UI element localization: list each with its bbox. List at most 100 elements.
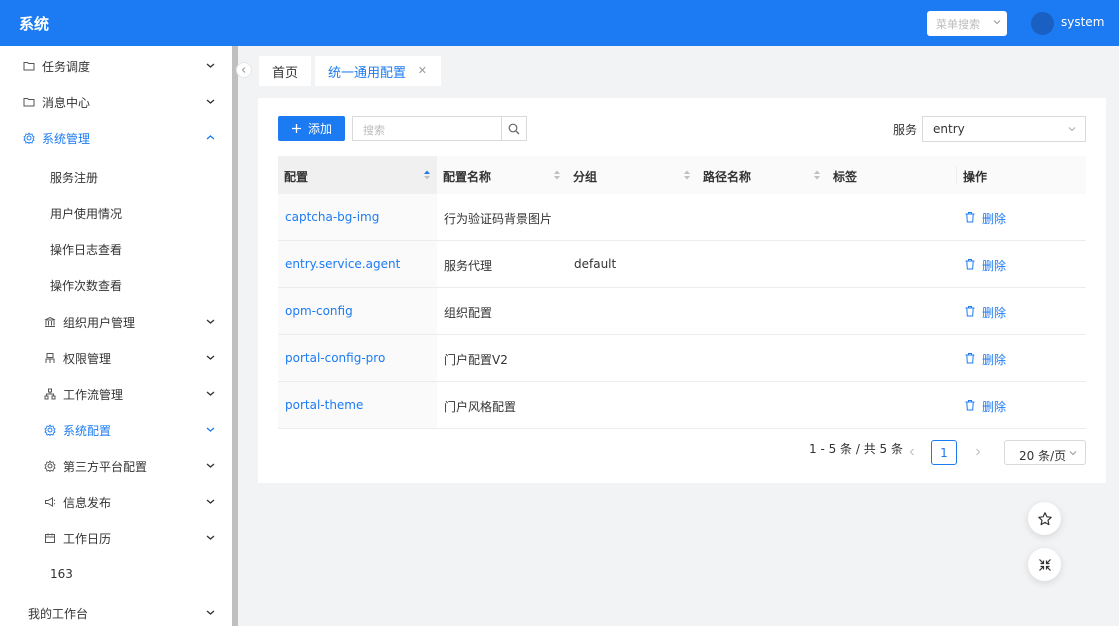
sidebar-scrollbar[interactable] xyxy=(232,46,238,626)
username[interactable]: system xyxy=(1061,15,1104,29)
column-header-group[interactable]: 分组 xyxy=(567,156,697,194)
sidebar-item-workflow-management[interactable]: 工作流管理 xyxy=(0,376,232,412)
cell-path-name xyxy=(697,382,827,428)
delete-button[interactable]: 删除 xyxy=(957,288,1086,334)
chevron-down-icon xyxy=(993,20,1001,25)
cell-config-key[interactable]: opm-config xyxy=(278,288,437,334)
tab-label: 首页 xyxy=(271,66,298,81)
chevron-down-icon xyxy=(206,427,215,432)
cell-group xyxy=(567,382,697,428)
sidebar-item-label: 工作日历 xyxy=(63,531,112,546)
table-row: portal-theme 门户风格配置 删除 xyxy=(278,382,1086,429)
delete-button[interactable]: 删除 xyxy=(957,382,1086,428)
sidebar-item-system-management[interactable]: 系统管理 xyxy=(0,120,232,156)
add-button-label: 添加 xyxy=(307,122,332,136)
page-size-select[interactable]: 20 条/页 xyxy=(1004,440,1086,465)
sidebar-item-my-workbench[interactable]: 我的工作台 xyxy=(0,595,232,626)
search-icon xyxy=(508,123,520,134)
column-header-path-name[interactable]: 路径名称 xyxy=(697,156,827,194)
cell-config-key[interactable]: entry.service.agent xyxy=(278,241,437,287)
chevron-down-icon xyxy=(1069,451,1077,456)
sidebar-item-label: 操作日志查看 xyxy=(50,242,123,257)
sidebar-item-third-party-config[interactable]: 第三方平台配置 xyxy=(0,448,232,484)
sidebar-item-label: 任务调度 xyxy=(42,59,91,74)
search-placeholder: 搜索 xyxy=(363,124,385,137)
folder-icon xyxy=(22,59,36,73)
cell-config-key[interactable]: portal-config-pro xyxy=(278,335,437,381)
sidebar-item-label: 用户使用情况 xyxy=(50,206,123,221)
chevron-down-icon xyxy=(206,463,215,468)
sidebar-item-org-user-management[interactable]: 组织用户管理 xyxy=(0,304,232,340)
cell-path-name xyxy=(697,335,827,381)
column-header-label: 分组 xyxy=(573,170,598,184)
pagination-summary: 1 - 5 条 / 共 5 条 xyxy=(809,442,903,456)
bank-icon xyxy=(43,315,57,329)
delete-label: 删除 xyxy=(982,353,1007,367)
tab-unified-config[interactable]: 统一通用配置 ✕ xyxy=(315,56,441,86)
sidebar-item-permission-management[interactable]: 权限管理 xyxy=(0,340,232,376)
chevron-down-icon xyxy=(206,99,215,104)
delete-button[interactable]: 删除 xyxy=(957,335,1086,381)
table-row: entry.service.agent 服务代理 default 删除 xyxy=(278,241,1086,288)
delete-label: 删除 xyxy=(982,212,1007,226)
sidebar-item-system-config[interactable]: 系统配置 xyxy=(0,412,232,448)
cell-path-name xyxy=(697,288,827,334)
cell-path-name xyxy=(697,194,827,240)
sidebar-item-label: 组织用户管理 xyxy=(63,315,136,330)
delete-button[interactable]: 删除 xyxy=(957,241,1086,287)
sidebar-item-label: 第三方平台配置 xyxy=(63,459,148,474)
chevron-down-icon xyxy=(206,319,215,324)
cell-config-name: 门户风格配置 xyxy=(444,400,517,414)
sidebar-item-163[interactable]: 163 xyxy=(0,556,232,592)
avatar[interactable] xyxy=(1031,12,1054,35)
cell-config-key[interactable]: captcha-bg-img xyxy=(278,194,437,240)
delete-button[interactable]: 删除 xyxy=(957,194,1086,240)
fullscreen-exit-button[interactable] xyxy=(1028,548,1061,581)
chevron-down-icon xyxy=(206,63,215,68)
column-header-config-name[interactable]: 配置名称 xyxy=(437,156,567,194)
sidebar-item-user-usage[interactable]: 用户使用情况 xyxy=(0,195,232,231)
page-number-current[interactable]: 1 xyxy=(931,440,957,465)
cell-tag xyxy=(827,194,957,240)
chevron-down-icon xyxy=(206,499,215,504)
chevron-left-icon[interactable] xyxy=(907,447,917,457)
sidebar-item-task-schedule[interactable]: 任务调度 xyxy=(0,48,232,84)
page-size-value: 20 条/页 xyxy=(1019,449,1067,463)
sidebar-item-label: 信息发布 xyxy=(63,495,112,510)
tab-bar: 首页 统一通用配置 ✕ xyxy=(246,46,1119,86)
cluster-icon xyxy=(43,387,57,401)
sidebar-item-label: 163 xyxy=(50,567,73,581)
service-select-value: entry xyxy=(933,122,965,136)
chevron-right-icon[interactable] xyxy=(973,447,983,457)
megaphone-icon xyxy=(43,495,57,509)
table-header: 配置 配置名称 分组 路径名称 标签 操作 xyxy=(278,156,1086,194)
cell-group xyxy=(567,335,697,381)
add-button[interactable]: 添加 xyxy=(278,116,345,141)
sort-icon xyxy=(554,170,560,180)
tab-home[interactable]: 首页 xyxy=(259,56,311,86)
compress-icon xyxy=(1038,558,1051,571)
sort-icon xyxy=(684,170,690,180)
cell-config-name: 行为验证码背景图片 xyxy=(444,212,553,226)
cell-group xyxy=(567,194,697,240)
sidebar-item-message-center[interactable]: 消息中心 xyxy=(0,84,232,120)
sidebar-item-work-calendar[interactable]: 工作日历 xyxy=(0,520,232,556)
cell-config-key[interactable]: portal-theme xyxy=(278,382,437,428)
close-icon[interactable]: ✕ xyxy=(418,64,427,77)
sidebar-item-label: 系统配置 xyxy=(63,423,112,438)
chevron-down-icon xyxy=(206,610,215,615)
favorite-button[interactable] xyxy=(1028,502,1061,535)
search-input[interactable]: 搜索 xyxy=(352,116,502,141)
cell-tag xyxy=(827,335,957,381)
sidebar-item-info-publish[interactable]: 信息发布 xyxy=(0,484,232,520)
column-header-config[interactable]: 配置 xyxy=(278,156,437,194)
search-button[interactable] xyxy=(501,116,527,141)
sidebar-item-label: 消息中心 xyxy=(42,95,91,110)
sidebar-item-operation-log[interactable]: 操作日志查看 xyxy=(0,231,232,267)
gear-icon xyxy=(22,131,36,145)
service-select[interactable]: entry xyxy=(922,116,1086,142)
menu-search-select[interactable]: 菜单搜索 xyxy=(927,11,1007,36)
sidebar-item-operation-count[interactable]: 操作次数查看 xyxy=(0,267,232,303)
sidebar-item-label: 操作次数查看 xyxy=(50,278,123,293)
sidebar-item-service-registry[interactable]: 服务注册 xyxy=(0,159,232,195)
